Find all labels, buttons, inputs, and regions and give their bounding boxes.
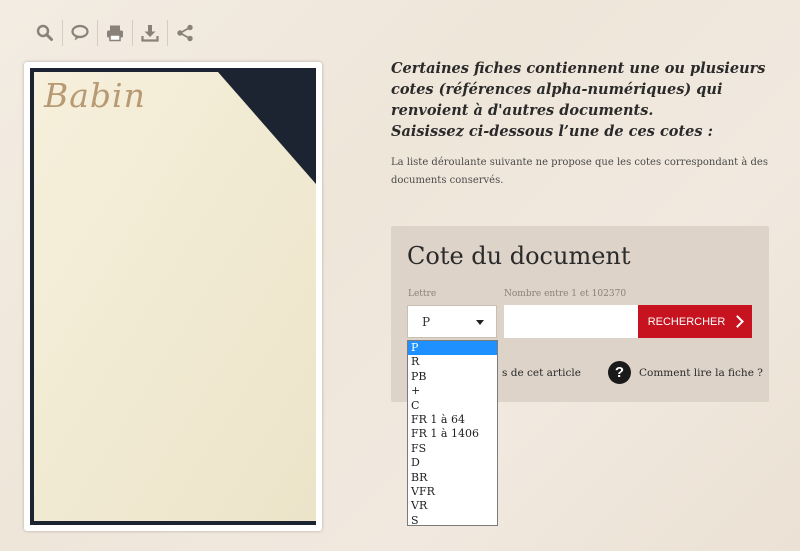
- intro-text: Certaines fiches contiennent une ou plus…: [391, 58, 771, 142]
- help-link[interactable]: Comment lire la fiche ?: [639, 367, 763, 379]
- intro-line-1: Certaines fiches contiennent une ou plus…: [391, 60, 766, 119]
- dropdown-option[interactable]: VFR: [408, 485, 497, 499]
- dropdown-option[interactable]: PB: [408, 370, 497, 384]
- intro-line-2: Saisissez ci-dessous l’une de ces cotes …: [391, 123, 713, 140]
- dropdown-option[interactable]: R: [408, 355, 497, 369]
- dropdown-note: La liste déroulante suivante ne propose …: [391, 157, 768, 186]
- panel-title: Cote du document: [407, 242, 631, 270]
- dropdown-option[interactable]: D: [408, 456, 497, 470]
- search-button[interactable]: RECHERCHER: [638, 305, 752, 338]
- dropdown-option[interactable]: VR: [408, 499, 497, 513]
- dropdown-option[interactable]: P: [408, 341, 497, 356]
- comment-icon[interactable]: [63, 20, 98, 46]
- number-label: Nombre entre 1 et 102370: [504, 289, 627, 299]
- chevron-down-icon: [476, 320, 484, 325]
- search-icon[interactable]: [28, 20, 63, 46]
- dropdown-option[interactable]: C: [408, 399, 497, 413]
- chevron-right-icon: [731, 315, 745, 328]
- download-icon[interactable]: [133, 20, 168, 46]
- dropdown-option[interactable]: S: [408, 514, 497, 528]
- dropdown-option[interactable]: BR: [408, 471, 497, 485]
- share-icon[interactable]: [168, 20, 202, 46]
- number-input[interactable]: [504, 305, 638, 338]
- search-button-label: RECHERCHER: [647, 315, 726, 328]
- dropdown-option[interactable]: FS: [408, 442, 497, 456]
- letter-select[interactable]: P: [407, 305, 497, 338]
- article-link[interactable]: s de cet article: [502, 367, 581, 379]
- handwritten-name: Babin: [44, 76, 146, 115]
- dropdown-option[interactable]: FR 1 à 1406: [408, 427, 497, 441]
- dropdown-option[interactable]: +: [408, 384, 497, 398]
- letter-select-value: P: [422, 314, 431, 329]
- dropdown-option[interactable]: FR 1 à 64: [408, 413, 497, 427]
- print-icon[interactable]: [98, 20, 133, 46]
- help-icon[interactable]: ?: [608, 361, 631, 384]
- document-image: Babin: [30, 68, 316, 525]
- toolbar: [28, 20, 202, 46]
- letter-label: Lettre: [408, 289, 437, 299]
- document-image-frame[interactable]: Babin: [24, 62, 322, 531]
- letter-dropdown-list[interactable]: P R PB + C FR 1 à 64 FR 1 à 1406 FS D BR VFR VR S: [407, 340, 498, 528]
